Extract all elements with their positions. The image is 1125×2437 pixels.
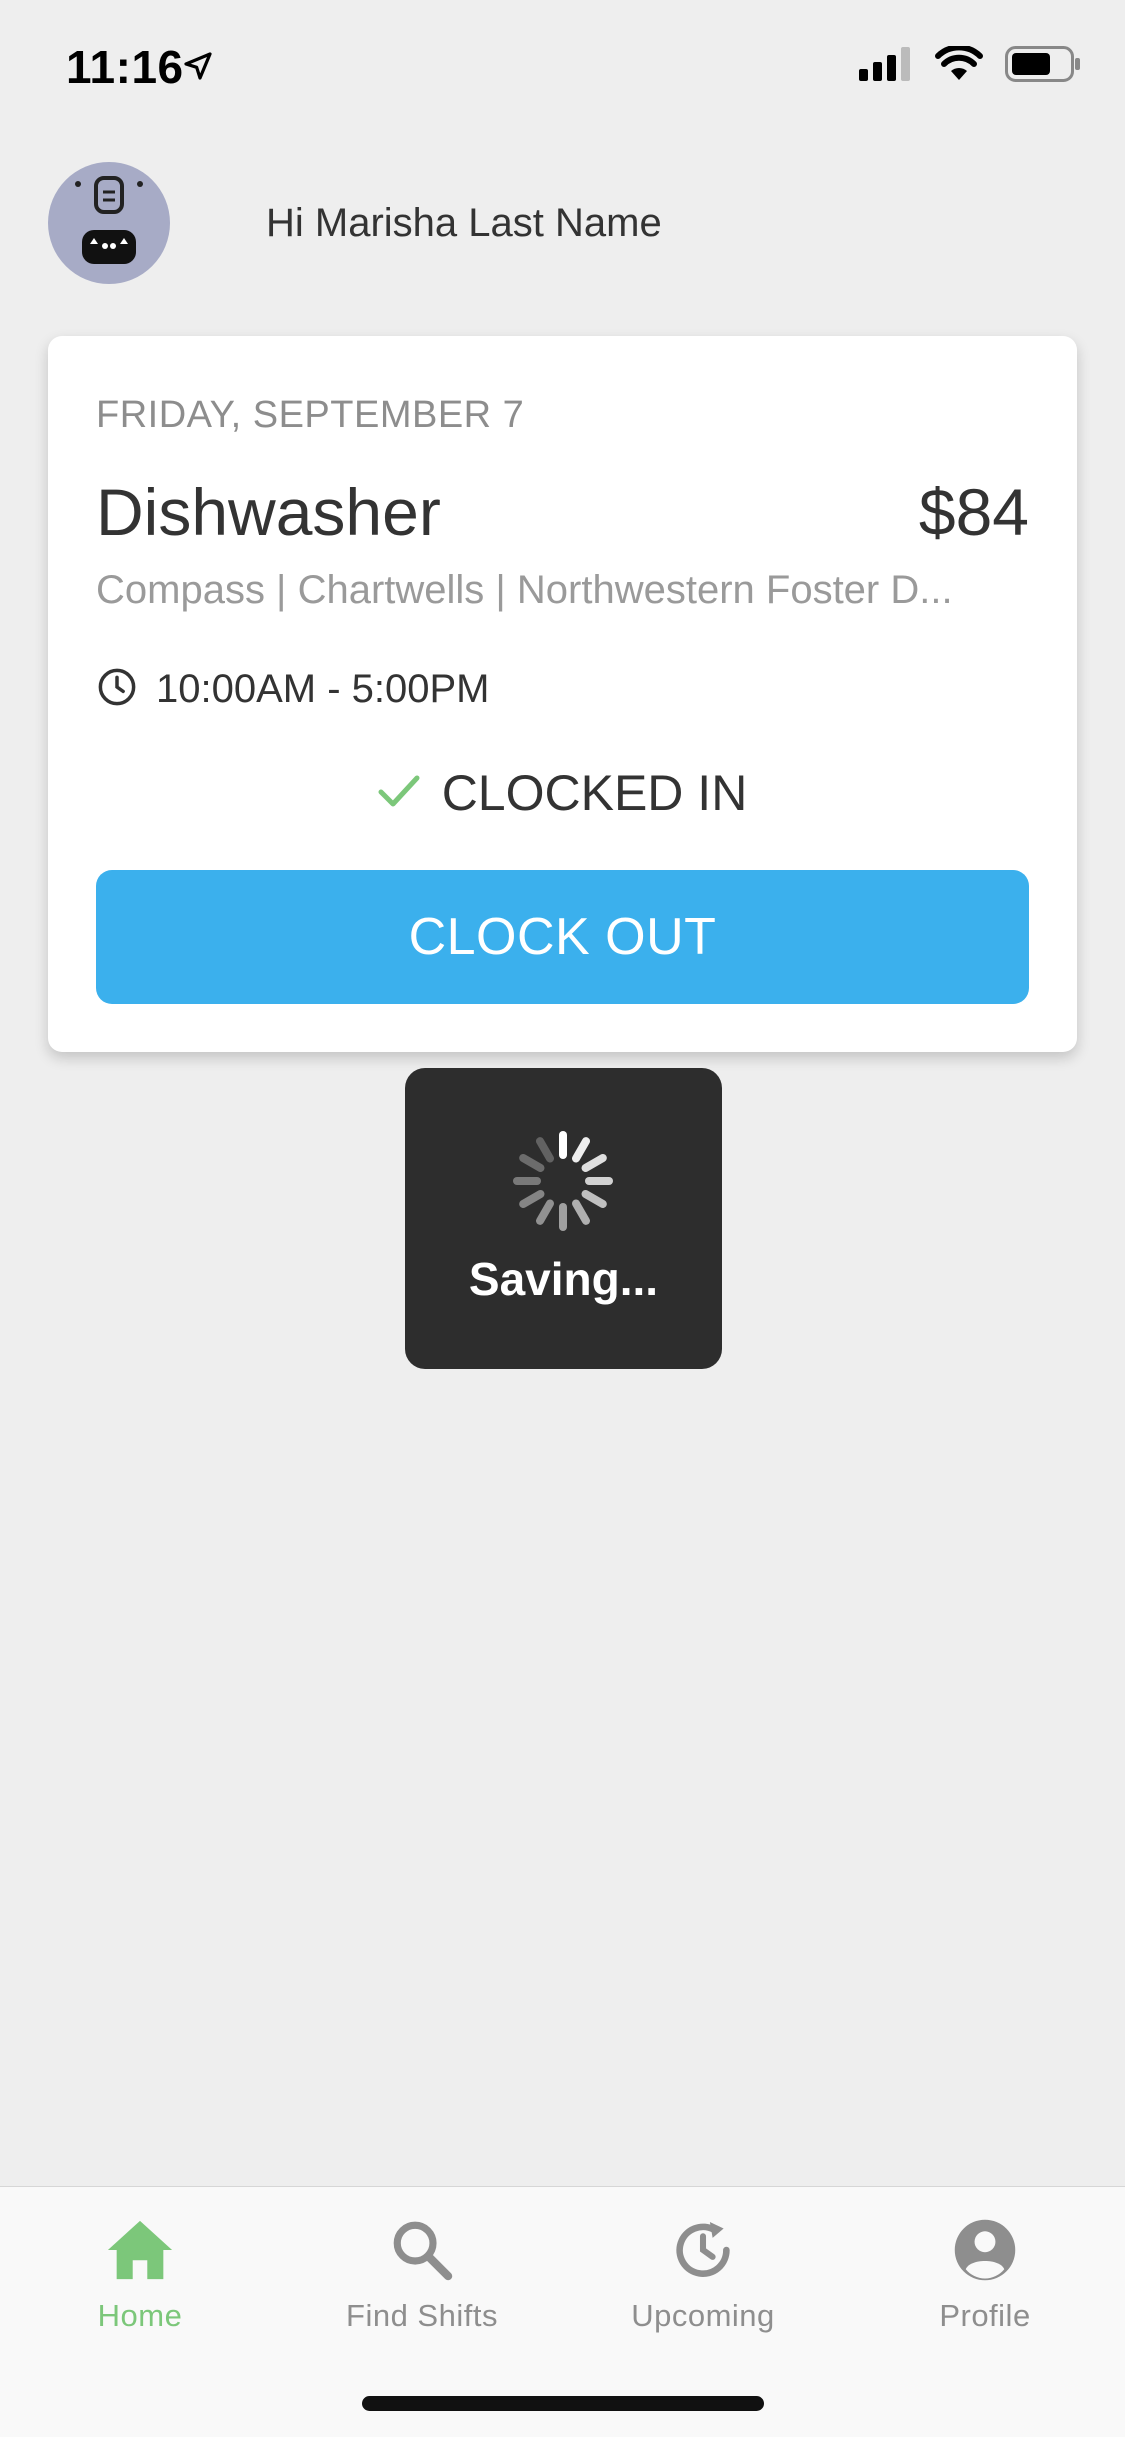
saving-toast: Saving... xyxy=(405,1068,722,1369)
tab-home[interactable]: Home xyxy=(0,2217,280,2334)
history-clock-icon xyxy=(670,2217,736,2288)
home-icon xyxy=(105,2217,175,2288)
greeting-text: Hi Marisha Last Name xyxy=(266,200,662,245)
clock-icon xyxy=(96,666,138,713)
tab-label: Home xyxy=(97,2298,183,2333)
spinner-icon xyxy=(508,1126,618,1241)
clock-status: CLOCKED IN xyxy=(48,764,1077,822)
greeting-row: Hi Marisha Last Name xyxy=(48,162,662,284)
shift-time-row: 10:00AM - 5:00PM xyxy=(96,666,490,713)
shift-date: FRIDAY, SEPTEMBER 7 xyxy=(96,394,525,436)
tab-profile[interactable]: Profile xyxy=(845,2217,1125,2334)
shift-pay: $84 xyxy=(918,475,1029,549)
avatar[interactable] xyxy=(48,162,170,284)
shift-role: Dishwasher xyxy=(96,475,441,549)
status-indicators xyxy=(859,44,1081,87)
shift-card[interactable]: FRIDAY, SEPTEMBER 7 Dishwasher $84 Compa… xyxy=(48,336,1077,1052)
saving-text: Saving... xyxy=(468,1253,659,1305)
battery-icon xyxy=(1005,46,1081,87)
home-indicator[interactable] xyxy=(362,2396,764,2411)
status-time: 11:16 xyxy=(66,41,184,93)
tab-label: Profile xyxy=(939,2298,1031,2333)
clock-out-button[interactable]: CLOCK OUT xyxy=(96,870,1029,1004)
checkmark-icon xyxy=(378,773,420,814)
tab-label: Upcoming xyxy=(631,2298,775,2333)
tab-label: Find Shifts xyxy=(346,2298,498,2333)
location-arrow-icon xyxy=(182,50,214,87)
shift-location: Compass | Chartwells | Northwestern Fost… xyxy=(96,568,953,612)
status-bar: 11:16 xyxy=(0,0,1125,132)
wifi-icon xyxy=(935,44,983,87)
tab-find-shifts[interactable]: Find Shifts xyxy=(282,2217,562,2334)
cellular-signal-icon xyxy=(859,47,913,86)
clock-status-text: CLOCKED IN xyxy=(441,765,748,821)
shift-time-range: 10:00AM - 5:00PM xyxy=(156,667,490,711)
account-circle-icon xyxy=(952,2217,1018,2288)
search-icon xyxy=(389,2217,455,2288)
tab-upcoming[interactable]: Upcoming xyxy=(563,2217,843,2334)
